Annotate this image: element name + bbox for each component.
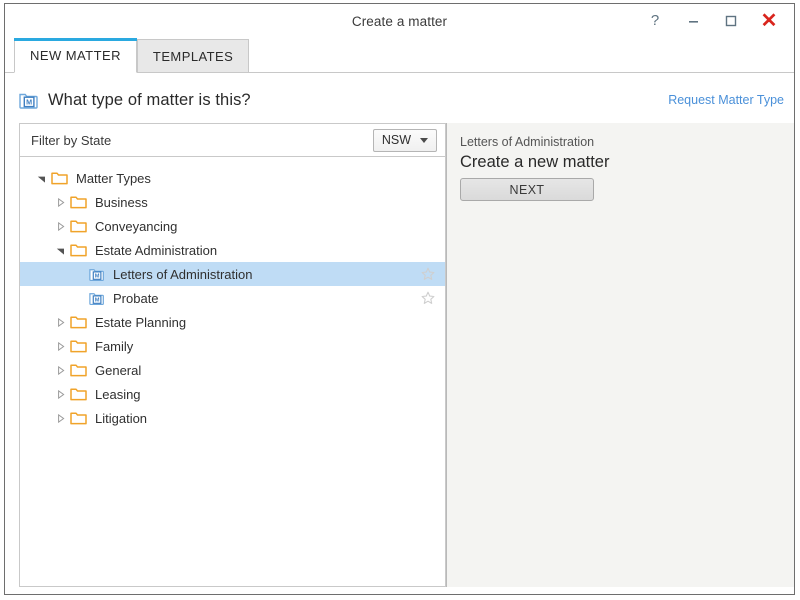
tree-item[interactable]: Litigation bbox=[20, 406, 445, 430]
tree-item-label: Matter Types bbox=[76, 170, 151, 186]
chevron-collapsed-icon[interactable] bbox=[50, 389, 70, 399]
content-area: M What type of matter is this? Request M… bbox=[5, 73, 794, 594]
chevron-collapsed-icon[interactable] bbox=[50, 341, 70, 351]
help-icon[interactable]: ? bbox=[636, 6, 674, 36]
tree-item-label: Estate Administration bbox=[95, 242, 218, 258]
svg-text:M: M bbox=[95, 297, 100, 303]
tree-item-label: Estate Planning bbox=[95, 314, 187, 330]
matter-type-icon: M bbox=[19, 91, 39, 110]
next-button[interactable]: NEXT bbox=[460, 178, 594, 201]
svg-text:M: M bbox=[95, 273, 100, 279]
tree-item[interactable]: Family bbox=[20, 334, 445, 358]
tab-strip: NEW MATTER TEMPLATES bbox=[5, 37, 794, 73]
title-bar: Create a matter ? ✕ bbox=[5, 4, 794, 37]
chevron-collapsed-icon[interactable] bbox=[50, 317, 70, 327]
detail-title: Create a new matter bbox=[460, 153, 610, 171]
folder-icon bbox=[70, 195, 87, 209]
favourite-star-icon[interactable] bbox=[421, 291, 435, 305]
folder-icon bbox=[70, 339, 87, 353]
folder-icon bbox=[51, 171, 68, 185]
state-dropdown[interactable]: NSW bbox=[372, 128, 437, 152]
selected-matter-type-label: Letters of Administration bbox=[460, 135, 595, 149]
chevron-collapsed-icon[interactable] bbox=[50, 197, 70, 207]
tree-item[interactable]: Leasing bbox=[20, 382, 445, 406]
tree-item-label: General bbox=[95, 362, 142, 378]
folder-icon bbox=[70, 243, 87, 257]
tree-item-label: Probate bbox=[113, 290, 159, 306]
favourite-star-icon[interactable] bbox=[421, 267, 435, 281]
matter-type-icon: M bbox=[89, 291, 105, 306]
minimize-icon[interactable] bbox=[674, 6, 712, 36]
tree-item[interactable]: M Probate bbox=[20, 286, 445, 310]
chevron-expanded-icon[interactable] bbox=[31, 174, 51, 183]
chevron-down-icon bbox=[420, 137, 428, 143]
state-dropdown-value: NSW bbox=[381, 133, 411, 147]
chevron-collapsed-icon[interactable] bbox=[50, 221, 70, 231]
request-matter-type-link[interactable]: Request Matter Type bbox=[668, 93, 784, 107]
tree-item[interactable]: Business bbox=[20, 190, 445, 214]
tree-item-label: Leasing bbox=[95, 386, 141, 402]
folder-icon bbox=[70, 219, 87, 233]
page-header: M What type of matter is this? Request M… bbox=[19, 86, 784, 114]
tree-item-label: Conveyancing bbox=[95, 218, 178, 234]
create-a-matter-window: Create a matter ? ✕ NEW MATTER TEMPLATES bbox=[4, 3, 795, 595]
matter-type-browser: Filter by State NSW Matter Types Business… bbox=[19, 123, 446, 587]
tree-item[interactable]: Estate Planning bbox=[20, 310, 445, 334]
matter-type-tree[interactable]: Matter Types Business Conveyancing Estate A… bbox=[19, 156, 446, 587]
window-controls: ? ✕ bbox=[636, 4, 788, 37]
filter-bar: Filter by State NSW bbox=[19, 123, 446, 156]
panes: Filter by State NSW Matter Types Business… bbox=[19, 123, 794, 587]
folder-icon bbox=[70, 387, 87, 401]
tree-item-label: Litigation bbox=[95, 410, 148, 426]
folder-icon bbox=[70, 315, 87, 329]
close-icon[interactable]: ✕ bbox=[750, 6, 788, 36]
folder-icon bbox=[70, 363, 87, 377]
tree-item-label: Family bbox=[95, 338, 134, 354]
tree-item[interactable]: General bbox=[20, 358, 445, 382]
tab-templates-label: TEMPLATES bbox=[152, 48, 234, 64]
matter-type-icon: M bbox=[89, 267, 105, 282]
tree-item-label: Letters of Administration bbox=[113, 266, 253, 282]
tab-new-matter[interactable]: NEW MATTER bbox=[14, 38, 137, 73]
filter-by-state-label: Filter by State bbox=[31, 132, 112, 148]
maximize-icon[interactable] bbox=[712, 6, 750, 36]
chevron-collapsed-icon[interactable] bbox=[50, 365, 70, 375]
next-button-label: NEXT bbox=[509, 182, 545, 197]
tree-item[interactable]: Estate Administration bbox=[20, 238, 445, 262]
tab-new-matter-label: NEW MATTER bbox=[30, 47, 121, 63]
chevron-expanded-icon[interactable] bbox=[50, 246, 70, 255]
tree-item-label: Business bbox=[95, 194, 148, 210]
tree-item[interactable]: Conveyancing bbox=[20, 214, 445, 238]
tab-templates[interactable]: TEMPLATES bbox=[136, 39, 250, 73]
folder-icon bbox=[70, 411, 87, 425]
svg-text:M: M bbox=[26, 97, 32, 106]
chevron-collapsed-icon[interactable] bbox=[50, 413, 70, 423]
detail-pane: Letters of Administration Create a new m… bbox=[446, 123, 794, 587]
page-title: What type of matter is this? bbox=[48, 90, 251, 109]
tree-item[interactable]: M Letters of Administration bbox=[20, 262, 445, 286]
tree-item[interactable]: Matter Types bbox=[20, 166, 445, 190]
